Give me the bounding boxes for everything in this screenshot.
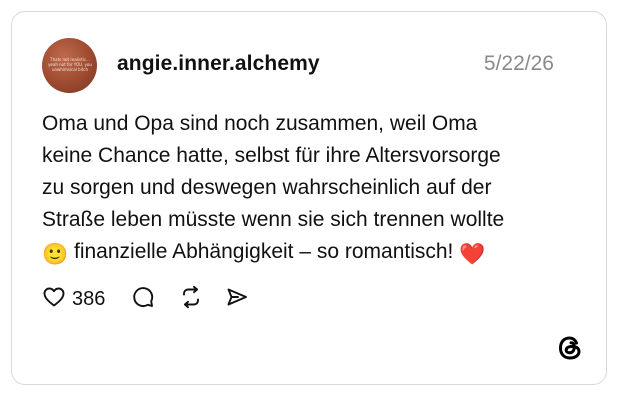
post-text-line: Oma und Opa sind noch zusammen, weil Oma (42, 112, 478, 135)
action-bar: 386 (42, 284, 249, 314)
post-text-line-last: 🙂 finanzielle Abhängigkeit – so romantis… (42, 236, 582, 271)
like-count: 386 (72, 287, 106, 310)
like-button[interactable]: 386 (42, 285, 105, 314)
post-text-line: zu sorgen und deswegen wahrscheinlich au… (42, 176, 492, 199)
comment-icon (131, 285, 155, 314)
avatar[interactable]: Thats not realistic... yeah not for YOU,… (42, 38, 97, 93)
post-text-line: finanzielle Abhängigkeit – so romantisch… (74, 240, 454, 263)
threads-logo-icon (556, 334, 584, 362)
post-text: Oma und Opa sind noch zusammen, weil Oma… (42, 108, 582, 271)
heart-emoji-icon: ❤️ (459, 243, 486, 266)
send-icon (225, 285, 249, 314)
reply-button[interactable] (131, 285, 155, 314)
heart-icon (42, 285, 66, 314)
post-date: 5/22/26 (483, 52, 554, 75)
smile-emoji-icon: 🙂 (42, 243, 69, 266)
post-text-line: keine Chance hatte, selbst für ihre Alte… (42, 144, 501, 167)
post-card: Thats not realistic... yeah not for YOU,… (11, 11, 607, 385)
post-text-line: Straße leben müsste wenn sie sich trenne… (42, 208, 505, 231)
author-username[interactable]: angie.inner.alchemy (117, 52, 320, 76)
share-button[interactable] (225, 285, 249, 314)
repost-icon (179, 285, 203, 314)
avatar-caption: Thats not realistic... yeah not for YOU,… (48, 57, 92, 72)
repost-button[interactable] (179, 285, 203, 314)
